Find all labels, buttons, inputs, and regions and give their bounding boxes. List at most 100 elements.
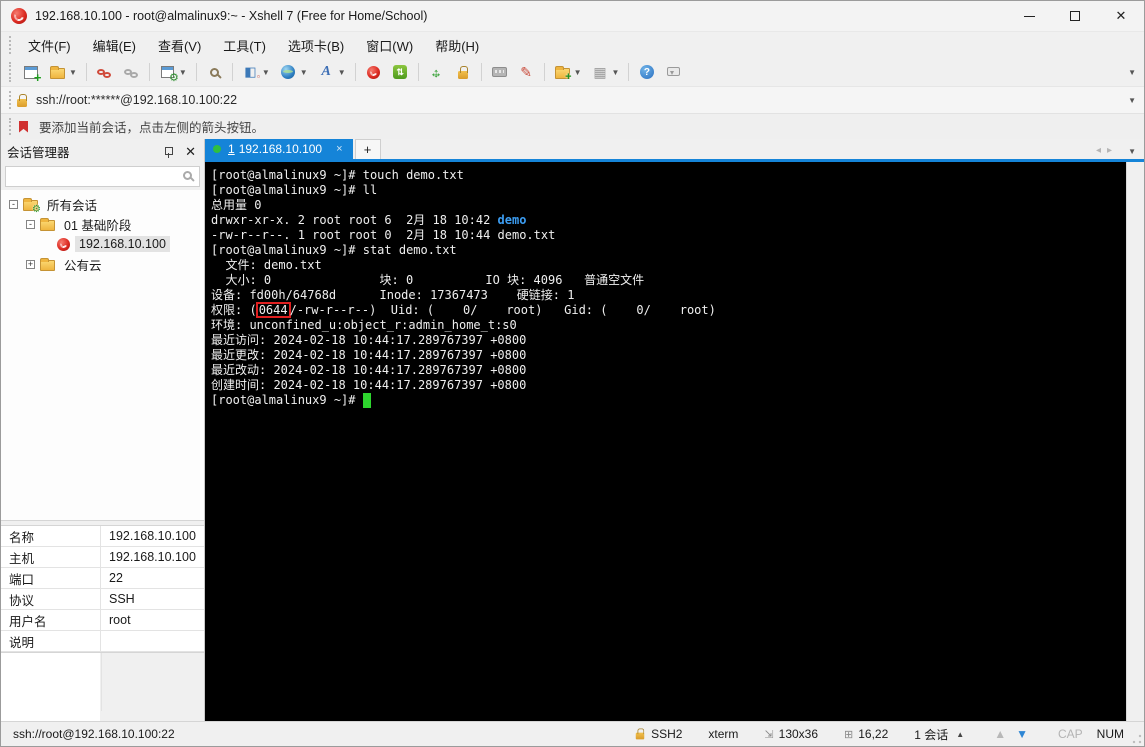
property-value: root [109,613,131,627]
toolbar-drag-handle[interactable] [9,62,13,82]
open-folder-button[interactable]: ▼ [45,61,81,83]
session-url[interactable]: ssh://root:******@192.168.10.100:22 [36,93,237,107]
scroll-top-icon[interactable]: ▲ [994,727,1006,741]
session-manager-panel: 会话管理器 ✕ - ⚙ 所有会话 -01 基础阶段 192.168.10.100 + 公有云… [1,139,205,721]
new-folder-button[interactable]: + ▼ [550,61,586,83]
maximize-button[interactable] [1052,1,1098,31]
toolbar-overflow-caret[interactable]: ▼ [1128,68,1136,77]
tab-scroll-right-icon[interactable]: ▸ [1107,145,1118,156]
lock-screen-icon [455,64,472,80]
new-session-button[interactable] [18,61,43,85]
new-folder-caret-icon[interactable]: ▼ [574,68,582,77]
status-sessions[interactable]: 1 会话 ▲ [914,726,964,743]
terminal-line: [root@almalinux9 ~]# ll [211,183,378,197]
web-browser-button[interactable]: ▼ [276,61,312,83]
connected-status-icon [213,145,221,153]
info-bar: 要添加当前会话，点击左侧的箭头按钮。 [1,113,1144,139]
scroll-bottom-icon[interactable]: ▼ [1016,727,1028,741]
menubar-drag-handle[interactable] [9,35,13,55]
minimize-button[interactable] [1006,1,1052,31]
property-row[interactable]: 主机 192.168.10.100 [1,547,204,568]
virtual-keyboard-button[interactable] [487,61,512,83]
terminal-line: 最近改动: 2024-02-18 10:44:17.289767397 +080… [211,363,527,377]
session-properties-caret-icon[interactable]: ▼ [179,68,187,77]
font-caret-icon[interactable]: ▼ [338,68,346,77]
menu-item-w[interactable]: 窗口(W) [355,33,424,58]
xshell-button[interactable] [361,61,386,83]
tab-scroll-arrows[interactable]: ◂▸ [1096,145,1118,156]
session-properties-button[interactable]: ▼ [155,61,191,84]
tree-item-01-基础阶段[interactable]: - 01 基础阶段 [1,214,204,234]
terminal-screen[interactable]: [root@almalinux9 ~]# touch demo.txt [root… [205,162,1126,721]
addressbar-drag-handle[interactable] [9,90,13,110]
terminal-area: 1 192.168.10.100 × + ◂▸ ▼ [root@almalinu… [205,139,1144,721]
property-row[interactable]: 端口 22 [1,568,204,589]
sessions-caret-icon: ▲ [956,729,965,739]
toolbar: ▼▼◧▼▼A▼⇅✎+▼▦▼? ▼ [1,58,1144,86]
property-row[interactable]: 用户名 root [1,610,204,631]
search-icon[interactable] [183,171,192,180]
layout-button[interactable]: ▦ ▼ [588,61,624,83]
add-session-flag-icon[interactable] [19,120,28,133]
cursor-position-label: 16,22 [858,727,889,741]
property-row[interactable]: 说明 [1,631,204,652]
property-row[interactable]: 协议 SSH [1,589,204,610]
help-button[interactable]: ? [634,61,659,83]
tree-item-所有会话[interactable]: - ⚙ 所有会话 [1,194,204,215]
reconnect-button[interactable] [119,61,144,83]
status-url: ssh://root@192.168.10.100:22 [13,727,175,741]
panes-caret-icon[interactable]: ▼ [262,68,270,77]
tab-close-icon[interactable]: × [336,143,342,155]
feedback-button[interactable] [661,61,686,83]
web-browser-caret-icon[interactable]: ▼ [300,68,308,77]
menu-item-t[interactable]: 工具(T) [212,33,277,58]
lock-screen-button[interactable] [451,61,476,83]
pin-icon[interactable] [163,146,174,158]
toolbar-separator [543,63,545,81]
terminal-scrollbar[interactable] [1126,162,1144,721]
property-row[interactable]: 名称 192.168.10.100 [1,526,204,547]
sessions-label: 1 会话 [914,727,949,742]
panes-button[interactable]: ◧▼ [238,61,274,83]
terminal-line: 文件: demo.txt [211,258,322,272]
folder-icon [40,217,55,231]
disconnect-button[interactable] [92,61,117,83]
status-terminal-type[interactable]: xterm [708,727,738,741]
fullscreen-button[interactable] [424,61,449,83]
collapse-icon[interactable]: - [9,199,18,209]
find-button[interactable] [202,61,227,83]
close-button[interactable]: ✕ [1098,1,1144,31]
resize-grip[interactable] [1132,734,1142,744]
menu-item-v[interactable]: 查看(V) [147,33,212,58]
disconnect-icon [96,64,113,80]
panel-close-icon[interactable]: ✕ [185,144,196,160]
font-button[interactable]: A ▼ [314,61,350,83]
expand-icon[interactable]: + [26,259,35,269]
terminal-line: [root@almalinux9 ~]# stat demo.txt [211,243,457,257]
session-properties-table: 名称 192.168.10.100 主机 192.168.10.100 端口 22 协议 SS… [1,526,204,653]
tree-item-label: 01 基础阶段 [64,218,132,233]
xftp-button[interactable]: ⇅ [388,61,413,83]
tab-list-caret[interactable]: ▼ [1128,147,1136,156]
collapse-icon[interactable]: - [26,219,35,229]
tab-session-1[interactable]: 1 192.168.10.100 × [205,139,353,159]
reconnect-icon [123,64,140,80]
menu-item-b[interactable]: 选项卡(B) [277,33,355,58]
highlight-pen-button[interactable]: ✎ [514,61,539,83]
menu-bar: 文件(F) 编辑(E) 查看(V) 工具(T) 选项卡(B) 窗口(W) 帮助(H) [1,32,1144,58]
menu-item-h[interactable]: 帮助(H) [424,33,490,58]
tree-item-192.168.10.100[interactable]: 192.168.10.100 [1,234,204,254]
menu-item-f[interactable]: 文件(F) [17,33,82,58]
folder-icon [40,257,55,271]
session-search-input[interactable] [5,166,200,187]
tab-label: 192.168.10.100 [238,142,323,156]
addressbar-caret[interactable]: ▼ [1128,96,1136,105]
infobar-drag-handle[interactable] [9,117,13,136]
open-folder-caret-icon[interactable]: ▼ [69,68,77,77]
tree-item-公有云[interactable]: + 公有云 [1,254,204,274]
tab-scroll-left-icon[interactable]: ◂ [1096,145,1107,156]
new-tab-button[interactable]: + [354,139,381,159]
session-manager-title: 会话管理器 [7,146,70,160]
menu-item-e[interactable]: 编辑(E) [82,33,147,58]
layout-caret-icon[interactable]: ▼ [612,68,620,77]
